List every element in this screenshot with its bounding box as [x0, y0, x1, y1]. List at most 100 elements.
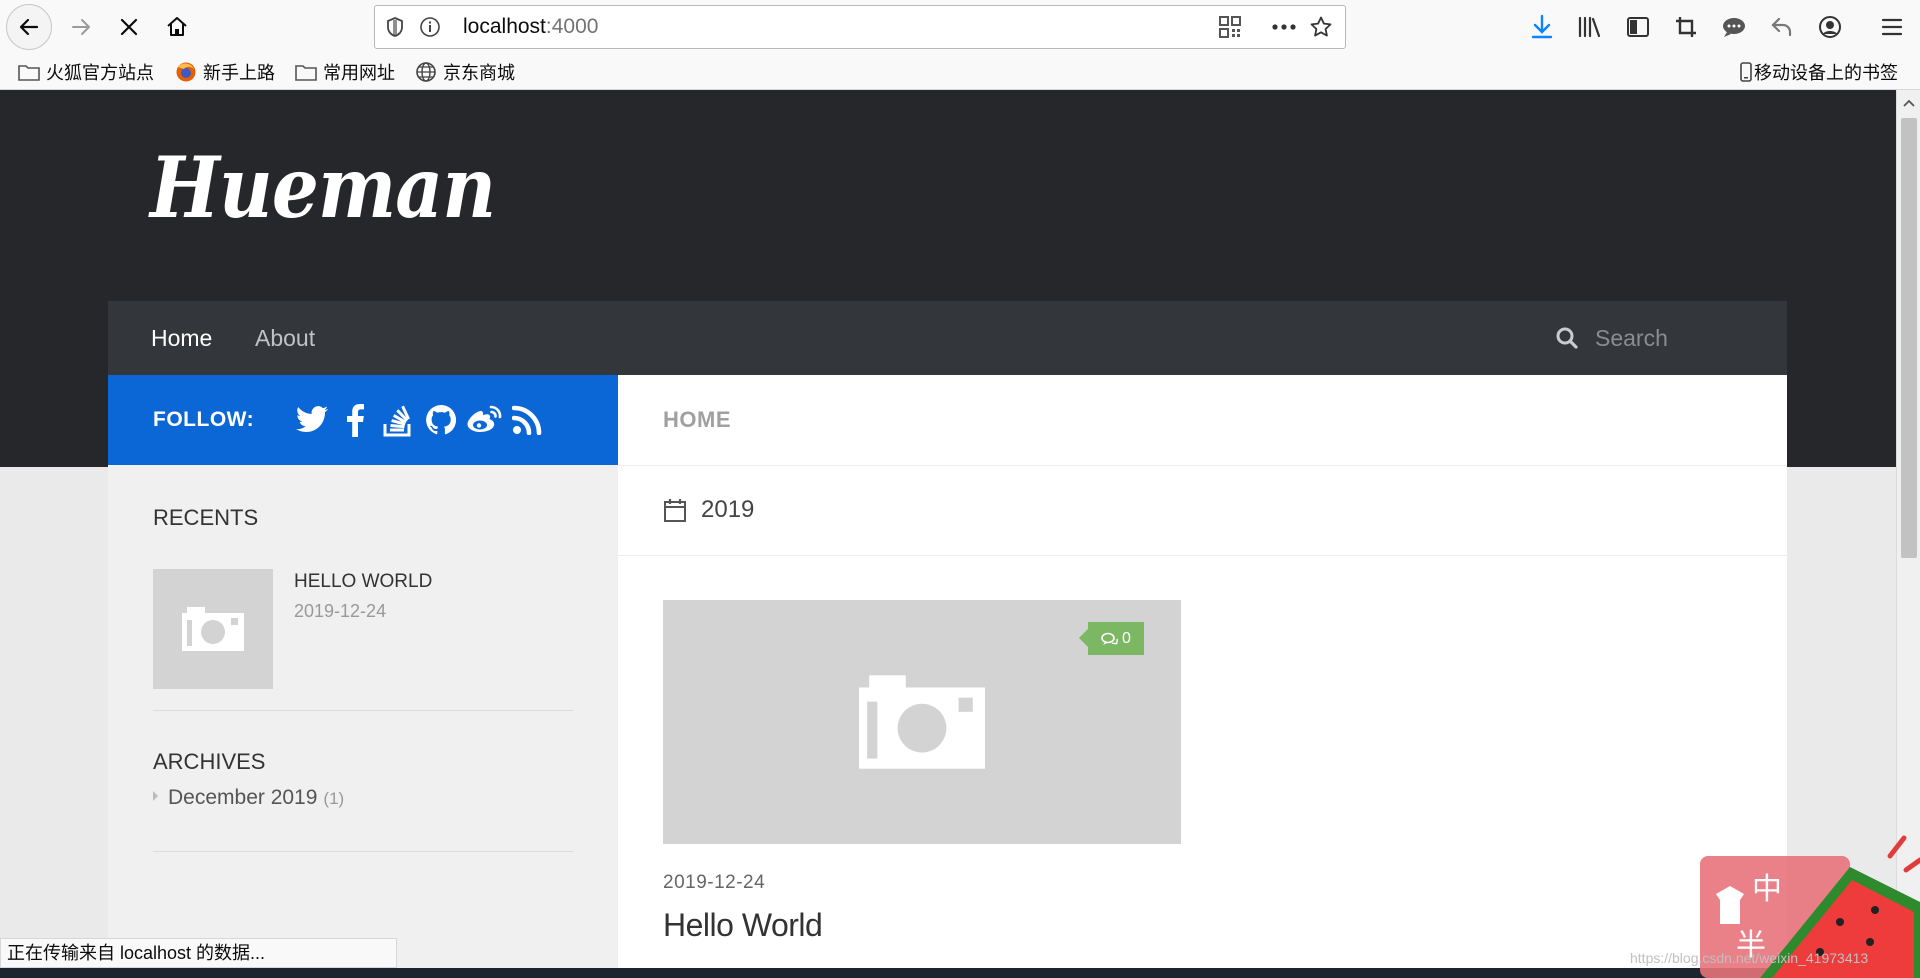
arrow-right-icon: [72, 19, 90, 35]
bookmark-label: 新手上路: [203, 63, 275, 83]
back-button[interactable]: [6, 4, 52, 50]
url-bar[interactable]: localhost:4000: [374, 5, 1346, 49]
qr-code-icon[interactable]: [1218, 6, 1242, 48]
twitter-link[interactable]: [290, 397, 334, 443]
main-content: HOME 2019 0 2019-12-24 Hello World: [618, 375, 1787, 968]
caret-right-icon: [153, 791, 158, 801]
chevron-up-icon: [1903, 99, 1915, 107]
browser-toolbar: localhost:4000: [0, 0, 1920, 54]
page-title: HOME: [663, 407, 731, 432]
chat-bubble-icon: [1723, 18, 1745, 37]
archive-count: (1): [323, 789, 345, 808]
forward-button[interactable]: [58, 4, 104, 50]
bookmark-folder-firefox[interactable]: 火狐官方站点: [18, 54, 154, 90]
recent-post-title[interactable]: HELLO WORLD: [294, 571, 432, 593]
divider: [153, 851, 573, 852]
divider: [153, 710, 573, 711]
twitter-icon: [296, 406, 329, 432]
url-text[interactable]: localhost:4000: [463, 6, 598, 48]
archive-item-december-2019[interactable]: December 2019 (1): [153, 786, 344, 810]
url-host: localhost: [463, 15, 546, 38]
page-viewport: Hueman Home About Search FOLLOW: RECENTS…: [0, 90, 1896, 968]
recent-post-thumbnail[interactable]: [153, 569, 273, 689]
stackoverflow-link[interactable]: [376, 397, 420, 443]
bookmark-star-icon[interactable]: [1309, 6, 1333, 48]
downloads-button[interactable]: [1519, 4, 1565, 50]
globe-icon: [416, 62, 436, 82]
scroll-up-button[interactable]: [1897, 90, 1920, 116]
widget-char: 中: [1752, 873, 1782, 906]
status-bar: 正在传输来自 localhost 的数据...: [0, 938, 397, 968]
bookmark-label: 京东商城: [443, 63, 515, 83]
bookmark-folder-common[interactable]: 常用网址: [295, 54, 395, 90]
account-button[interactable]: [1807, 4, 1853, 50]
menu-button[interactable]: [1869, 4, 1915, 50]
undo-icon: [1771, 17, 1792, 37]
bookmarks-toolbar: 火狐官方站点 新手上路 常用网址 京东商城 移动设备上的书签: [0, 54, 1920, 90]
main-nav: Home About Search: [108, 301, 1787, 375]
taskbar: [0, 968, 1920, 978]
mobile-bookmarks[interactable]: 移动设备上的书签: [1740, 54, 1898, 90]
divider: [618, 555, 1787, 556]
facebook-link[interactable]: [333, 397, 377, 443]
hamburger-menu-icon: [1881, 18, 1903, 36]
library-button[interactable]: [1567, 4, 1613, 50]
bookmark-label: 火狐官方站点: [46, 63, 154, 83]
screenshot-button[interactable]: [1663, 4, 1709, 50]
info-icon[interactable]: [419, 6, 441, 48]
rss-link[interactable]: [505, 397, 549, 443]
more-actions-icon[interactable]: [1271, 6, 1297, 48]
weibo-icon: [467, 405, 502, 432]
undo-close-tab-button[interactable]: [1759, 4, 1805, 50]
site-logo[interactable]: Hueman: [150, 138, 496, 237]
shield-icon[interactable]: [385, 6, 405, 48]
library-icon: [1578, 16, 1601, 38]
nav-home-link[interactable]: Home: [151, 301, 212, 375]
camera-icon: [182, 607, 244, 651]
firefox-icon: [176, 62, 196, 82]
archives-title: ARCHIVES: [153, 749, 266, 774]
bookmark-getting-started[interactable]: 新手上路: [175, 54, 275, 90]
home-button[interactable]: [154, 4, 200, 50]
sidebar-toggle-button[interactable]: [1615, 4, 1661, 50]
archive-year: 2019: [701, 496, 755, 523]
nav-about-link[interactable]: About: [255, 301, 315, 375]
chat-button[interactable]: [1711, 4, 1757, 50]
crop-icon: [1676, 17, 1696, 37]
archive-heading: 2019: [663, 465, 754, 555]
sidebar-icon: [1627, 17, 1649, 37]
close-icon: [120, 18, 138, 36]
follow-label: FOLLOW:: [153, 408, 255, 431]
post-title[interactable]: Hello World: [663, 907, 823, 944]
bookmark-label: 移动设备上的书签: [1754, 63, 1898, 83]
recent-post-date: 2019-12-24: [294, 601, 387, 621]
arrow-left-icon: [19, 18, 39, 36]
folder-icon: [18, 65, 40, 81]
nav-search[interactable]: Search: [1555, 301, 1668, 375]
weibo-link[interactable]: [462, 397, 506, 443]
post-date: 2019-12-24: [663, 872, 766, 893]
bookmark-label: 常用网址: [323, 63, 395, 83]
camera-icon: [859, 675, 985, 769]
mobile-device-icon: [1740, 62, 1752, 82]
github-link[interactable]: [419, 397, 463, 443]
search-icon: [1556, 327, 1578, 349]
scrollbar-thumb[interactable]: [1901, 118, 1917, 558]
divider: [618, 465, 1787, 466]
bookmark-jd[interactable]: 京东商城: [415, 54, 515, 90]
home-icon: [167, 17, 187, 36]
follow-bar: FOLLOW:: [108, 375, 618, 465]
post-thumbnail[interactable]: 0: [663, 600, 1181, 844]
rss-icon: [512, 405, 542, 435]
url-port: :4000: [545, 15, 599, 38]
search-input[interactable]: Search: [1595, 325, 1668, 352]
calendar-icon: [664, 499, 686, 522]
comment-count-badge[interactable]: 0: [1079, 622, 1144, 655]
facebook-icon: [347, 404, 364, 437]
stop-button[interactable]: [106, 4, 152, 50]
folder-icon: [295, 65, 317, 81]
download-icon: [1531, 14, 1553, 39]
github-icon: [426, 404, 457, 435]
archive-label: December 2019: [168, 786, 318, 809]
comment-count: 0: [1122, 629, 1131, 647]
